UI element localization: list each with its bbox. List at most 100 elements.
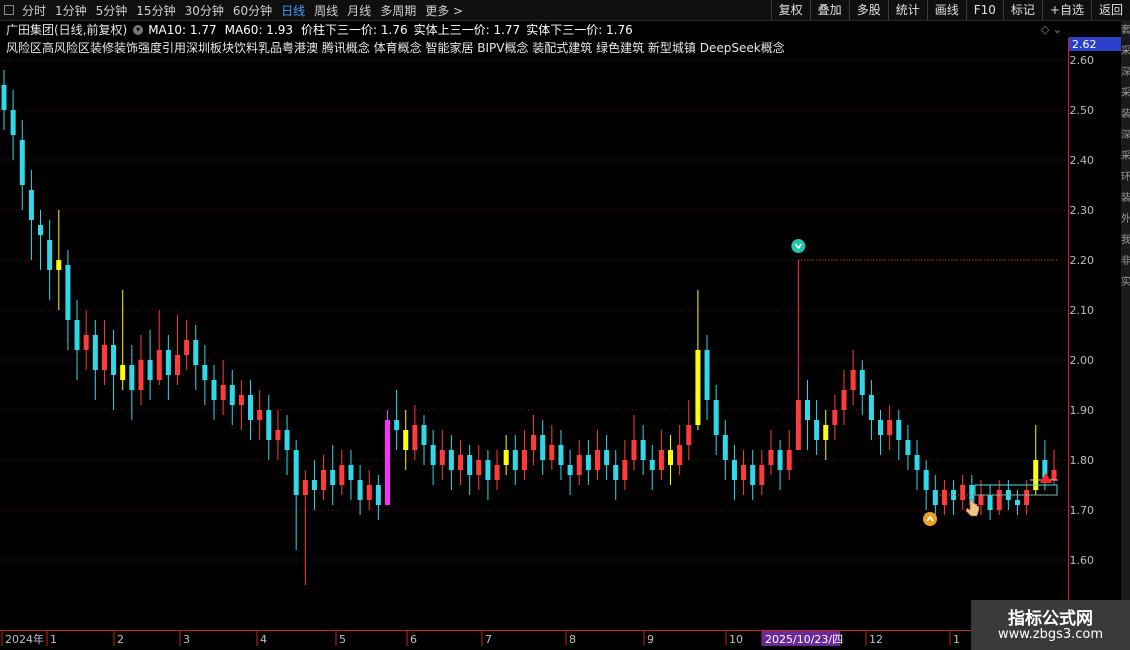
candle-body bbox=[311, 480, 317, 490]
candle-body bbox=[832, 410, 838, 425]
candle-body bbox=[1014, 500, 1020, 505]
candle-body bbox=[759, 465, 765, 485]
settings-circle-icon[interactable]: ▾ bbox=[133, 24, 144, 35]
expand-collapse-icon[interactable]: ◇ ⌄ bbox=[1041, 23, 1062, 36]
candle-body bbox=[184, 340, 190, 355]
y-tick-label: 2.00 bbox=[1070, 354, 1095, 367]
signal-triangle-icon bbox=[1040, 473, 1052, 483]
sidebar-char: 采 bbox=[1121, 151, 1130, 162]
tab-multi-period[interactable]: 多周期 bbox=[380, 2, 416, 19]
candle-body bbox=[567, 465, 573, 475]
candle-body bbox=[722, 435, 728, 460]
candle-body bbox=[111, 345, 117, 375]
concept-tags: 风险区高风险区装修装饰强度引用深圳板块饮料乳品粤港澳 腾讯概念 体育概念 智能家… bbox=[6, 41, 785, 55]
tab-15min[interactable]: 15分钟 bbox=[136, 2, 175, 19]
watermark-logo: 指标公式网 www.zbgs3.com bbox=[971, 600, 1130, 650]
candle-body bbox=[439, 450, 445, 465]
tab-5min[interactable]: 5分钟 bbox=[96, 2, 128, 19]
candle-body bbox=[585, 455, 591, 470]
tab-monthly[interactable]: 月线 bbox=[347, 2, 371, 19]
candle-body bbox=[704, 350, 710, 400]
multi-stock-button[interactable]: 多股 bbox=[848, 0, 888, 20]
candle-body bbox=[83, 335, 89, 350]
candle-body bbox=[804, 400, 810, 420]
candle-body bbox=[914, 455, 920, 470]
candle-body bbox=[604, 450, 610, 465]
tab-daily[interactable]: 日线 bbox=[281, 2, 305, 19]
candle-body bbox=[960, 485, 966, 500]
candle-body bbox=[996, 490, 1002, 510]
candle-body bbox=[741, 465, 747, 480]
right-side-strip[interactable]: 套 采 深 采 装 深 采 环 装 外 我 非 实 bbox=[1121, 20, 1130, 650]
candle-body bbox=[531, 435, 537, 450]
candle-body bbox=[695, 350, 701, 425]
watermark-url: www.zbgs3.com bbox=[997, 627, 1104, 642]
tab-60min[interactable]: 60分钟 bbox=[233, 2, 272, 19]
draw-line-button[interactable]: 画线 bbox=[926, 0, 966, 20]
candle-body bbox=[467, 455, 473, 475]
ma60-value: MA60: 1.93 bbox=[224, 22, 294, 37]
candle-body bbox=[850, 370, 856, 390]
tab-30min[interactable]: 30分钟 bbox=[185, 2, 224, 19]
candle-body bbox=[47, 240, 53, 270]
candle-body bbox=[677, 445, 683, 465]
overlay-button[interactable]: 叠加 bbox=[809, 0, 849, 20]
candle-body bbox=[841, 390, 847, 410]
candlestick-chart: 2.60 2.50 2.40 2.30 2.20 2.10 2.00 1.90 1.80 1.70… bbox=[0, 37, 1121, 646]
candle-body bbox=[458, 455, 464, 470]
candle-body bbox=[302, 480, 308, 495]
window-icon[interactable] bbox=[4, 5, 14, 15]
sidebar-char: 深 bbox=[1121, 130, 1130, 141]
candle-body bbox=[28, 190, 34, 220]
f10-button[interactable]: F10 bbox=[965, 0, 1003, 20]
tab-fenshi[interactable]: 分时 bbox=[22, 2, 46, 19]
candle-body bbox=[631, 440, 637, 460]
candle-body bbox=[293, 450, 299, 495]
x-tick-label: 5 bbox=[339, 633, 346, 646]
ma10-value: MA10: 1.77 bbox=[148, 22, 217, 37]
candle-body bbox=[56, 260, 62, 270]
candle-body bbox=[878, 420, 884, 435]
current-price-label: 2.62 bbox=[1072, 38, 1097, 51]
statistics-button[interactable]: 统计 bbox=[887, 0, 927, 20]
candle-body bbox=[421, 425, 427, 445]
candle-body bbox=[330, 470, 336, 485]
candle-body bbox=[348, 465, 354, 480]
add-watchlist-button[interactable]: +自选 bbox=[1041, 0, 1091, 20]
candle-body bbox=[485, 460, 491, 480]
candle-body bbox=[156, 350, 162, 380]
candle-body bbox=[202, 365, 208, 380]
candle-body bbox=[38, 225, 44, 235]
restore-rights-button[interactable]: 复权 bbox=[770, 0, 810, 20]
x-tick-label: 3 bbox=[183, 633, 190, 646]
candle-body bbox=[65, 265, 71, 320]
tab-more[interactable]: 更多 > bbox=[425, 2, 463, 19]
sidebar-char: 环 bbox=[1121, 172, 1130, 183]
candle-body bbox=[412, 425, 418, 450]
y-tick-label: 1.70 bbox=[1070, 504, 1095, 517]
top-toolbar: 分时 1分钟 5分钟 15分钟 30分钟 60分钟 日线 周线 月线 多周期 更… bbox=[0, 0, 1130, 21]
tab-1min[interactable]: 1分钟 bbox=[55, 2, 87, 19]
y-tick-label: 2.60 bbox=[1070, 54, 1095, 67]
candle-body bbox=[101, 345, 107, 370]
candle-body bbox=[19, 140, 25, 185]
candle-body bbox=[868, 395, 874, 420]
back-button[interactable]: 返回 bbox=[1090, 0, 1130, 20]
stock-title[interactable]: 广田集团(日线,前复权) bbox=[6, 21, 127, 38]
candle-body bbox=[1, 85, 7, 110]
y-tick-label: 2.10 bbox=[1070, 304, 1095, 317]
candle-body bbox=[941, 490, 947, 505]
candle-body bbox=[512, 450, 518, 470]
candle-body bbox=[74, 320, 80, 350]
candle-body bbox=[521, 450, 527, 470]
tab-weekly[interactable]: 周线 bbox=[314, 2, 338, 19]
y-tick-label: 2.20 bbox=[1070, 254, 1095, 267]
mark-button[interactable]: 标记 bbox=[1002, 0, 1042, 20]
candle-body bbox=[887, 420, 893, 435]
sidebar-char: 装 bbox=[1121, 193, 1130, 204]
candle-body bbox=[795, 400, 801, 450]
x-tick-label: 8 bbox=[569, 633, 576, 646]
sidebar-char: 采 bbox=[1121, 46, 1130, 57]
candle-body bbox=[248, 395, 254, 420]
candle-body bbox=[494, 465, 500, 480]
